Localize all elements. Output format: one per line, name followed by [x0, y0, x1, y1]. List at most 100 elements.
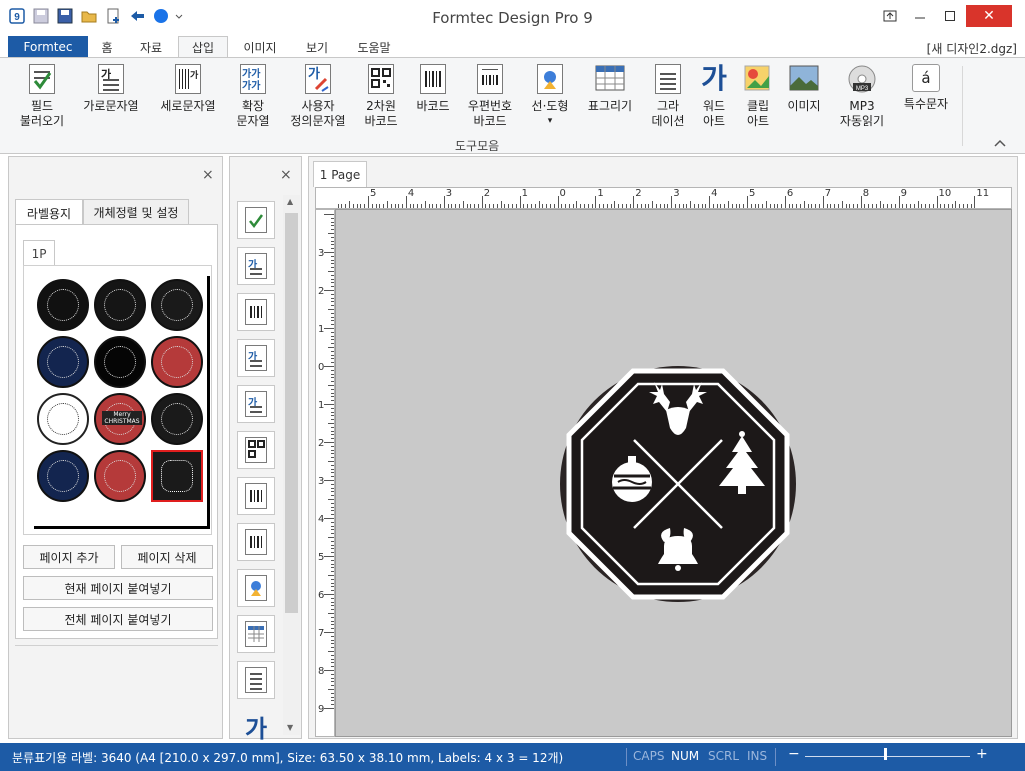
thumbnail-label[interactable]: [37, 393, 89, 445]
barcode-icon[interactable]: [237, 477, 275, 515]
ruler-tick: [331, 491, 334, 493]
thumbnail-label[interactable]: [151, 393, 203, 445]
thumbnail-label[interactable]: [151, 450, 203, 502]
tab-label-paper[interactable]: 라벨용지: [15, 199, 83, 226]
close-icon[interactable]: ×: [280, 167, 292, 183]
zoom-slider[interactable]: [805, 756, 970, 757]
thumbnail-label[interactable]: [94, 450, 146, 502]
label-design[interactable]: [336, 210, 1013, 738]
custom-text-icon[interactable]: 가: [237, 385, 275, 423]
ruler-tick: [887, 204, 889, 208]
thumbnail-label[interactable]: [37, 279, 89, 331]
tab-help[interactable]: 도움말: [346, 36, 402, 58]
field-import-icon[interactable]: [237, 201, 275, 239]
ruler-tick: [413, 204, 415, 208]
horizontal-text-icon[interactable]: 가: [237, 247, 275, 285]
thumbnail-label[interactable]: [151, 279, 203, 331]
tab-insert[interactable]: 삽입: [178, 36, 228, 58]
ruler-tick: [331, 286, 334, 288]
delete-page-button[interactable]: 페이지 삭제: [121, 545, 213, 569]
tab-data[interactable]: 자료: [128, 36, 174, 58]
tab-view[interactable]: 보기: [292, 36, 342, 58]
chevron-up-icon[interactable]: [994, 137, 1006, 150]
page-tab-1p[interactable]: 1P: [23, 240, 55, 266]
gradation-icon[interactable]: [237, 661, 275, 699]
design-canvas[interactable]: [335, 209, 1012, 737]
paste-all-pages-button[interactable]: 전체 페이지 붙여넣기: [23, 607, 213, 631]
tab-image[interactable]: 이미지: [232, 36, 288, 58]
paste-current-page-button[interactable]: 현재 페이지 붙여넣기: [23, 576, 213, 600]
ruler-tick: [481, 196, 483, 208]
scroll-up-icon[interactable]: ▲: [287, 197, 293, 206]
page-thumbnail[interactable]: Merry CHRISTMAS: [34, 276, 210, 529]
image-button[interactable]: 이미지: [782, 64, 826, 114]
scroll-down-icon[interactable]: ▼: [287, 723, 293, 732]
zoom-in-button[interactable]: +: [976, 746, 988, 762]
zoom-slider-thumb[interactable]: [884, 748, 887, 760]
minimize-button[interactable]: [906, 6, 934, 26]
barcode-button[interactable]: 바코드: [410, 64, 456, 114]
shape-button[interactable]: 선·도형 ▾: [526, 64, 574, 129]
scroll-thumb[interactable]: [285, 213, 298, 613]
extended-text-icon[interactable]: 가: [237, 339, 275, 377]
tool-glyph: 가: [245, 253, 267, 279]
tab-object-align[interactable]: 개체정렬 및 설정: [83, 199, 189, 225]
postal-barcode-icon[interactable]: [237, 523, 275, 561]
ruler-tick: [565, 204, 567, 208]
field-import-button[interactable]: 필드 불러오기: [14, 64, 70, 129]
tool-scrollbar[interactable]: ▲ ▼: [283, 195, 300, 735]
clip-art-button[interactable]: 클립 아트: [738, 64, 778, 129]
add-page-button[interactable]: 페이지 추가: [23, 545, 115, 569]
mp3-button[interactable]: MP3 MP3 자동읽기: [834, 64, 890, 129]
thumbnail-label[interactable]: [151, 336, 203, 388]
ribbon-display-button[interactable]: [876, 6, 904, 26]
ruler-tick: [331, 324, 334, 326]
ruler-tick: [331, 426, 334, 428]
special-char-icon: á: [912, 64, 940, 92]
word-art-icon[interactable]: 가: [237, 707, 275, 745]
gradation-button[interactable]: 그라 데이션: [646, 64, 690, 129]
title-bar: 9 Formtec Design Pro 9 ✕: [0, 0, 1025, 34]
thumbnail-label[interactable]: [94, 336, 146, 388]
table-button[interactable]: 표그리기: [582, 64, 638, 114]
tool-glyph: 가: [245, 391, 267, 417]
close-button[interactable]: ✕: [966, 5, 1012, 27]
formtec-menu-tab[interactable]: Formtec: [8, 36, 88, 58]
ruler-tick: [328, 385, 334, 386]
ruler-tick: [331, 647, 334, 649]
zoom-out-button[interactable]: −: [788, 746, 800, 762]
vertical-text-icon[interactable]: [237, 293, 275, 331]
extended-text-button[interactable]: 가가 가가 확장 문자열: [230, 64, 276, 129]
status-label-info: 분류표기용 라벨: 3640 (A4 [210.0 x 297.0 mm], S…: [12, 751, 564, 765]
thumbnail-label[interactable]: Merry CHRISTMAS: [94, 393, 146, 445]
thumbnail-label[interactable]: [37, 450, 89, 502]
maximize-button[interactable]: [936, 6, 964, 26]
ruler-tick: [834, 204, 836, 208]
ruler-tick: [515, 204, 517, 208]
word-art-button[interactable]: 가 워드 아트: [694, 64, 734, 129]
qr-code-button[interactable]: 2차원 바코드: [358, 64, 404, 129]
ruler-tick: [331, 229, 334, 231]
ruler-tick: [371, 204, 373, 208]
ruler-tick: [739, 204, 741, 208]
vertical-text-button[interactable]: 가 세로문자열: [154, 64, 222, 114]
ruler-tick: [963, 204, 965, 208]
ruler-tick: [788, 204, 790, 208]
thumbnail-label[interactable]: [94, 279, 146, 331]
horizontal-text-button[interactable]: 가 가로문자열: [78, 64, 144, 114]
ruler-tick: [913, 204, 915, 208]
page-tab[interactable]: 1 Page: [313, 161, 367, 187]
special-char-button[interactable]: á 특수문자: [898, 64, 954, 112]
custom-text-button[interactable]: 가 사용자 정의문자열: [284, 64, 352, 129]
tab-home[interactable]: 홈: [88, 36, 126, 58]
close-icon[interactable]: ×: [202, 167, 214, 183]
qr-code-icon[interactable]: [237, 431, 275, 469]
table-icon[interactable]: [237, 615, 275, 653]
thumbnail-label[interactable]: [37, 336, 89, 388]
postal-barcode-button[interactable]: 우편번호 바코드: [462, 64, 518, 129]
ruler-tick: [409, 204, 411, 208]
ruler-tick: [758, 204, 760, 208]
ruler-tick: [819, 204, 820, 208]
shape-icon[interactable]: [237, 569, 275, 607]
ruler-tick: [720, 204, 722, 208]
